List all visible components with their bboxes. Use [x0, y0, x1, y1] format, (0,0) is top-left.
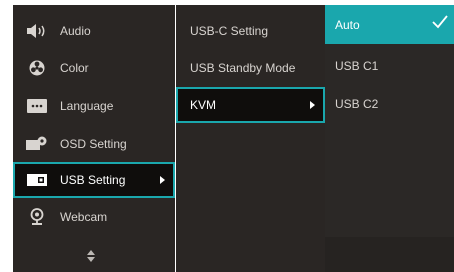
submenu-arrow-icon	[160, 176, 165, 184]
language-icon	[26, 98, 48, 114]
menu-item-usb-setting[interactable]: USB Setting	[13, 162, 175, 198]
menu-item-osd-setting[interactable]: OSD Setting	[13, 126, 175, 162]
options-footer	[325, 237, 454, 272]
color-wheel-icon	[26, 60, 48, 76]
menu-item-label: OSD Setting	[60, 137, 127, 151]
osd-menu: Audio Color Language OSD Setting USB Set…	[13, 5, 454, 272]
menu-item-label: Color	[60, 61, 89, 75]
option-usb-c1[interactable]: USB C1	[325, 48, 454, 84]
menu-item-language[interactable]: Language	[13, 88, 175, 124]
osd-setting-icon	[26, 136, 48, 152]
option-auto[interactable]: Auto	[325, 5, 454, 44]
usb-setting-icon	[26, 172, 48, 188]
menu-item-label: USB Setting	[60, 173, 126, 187]
option-usb-c2[interactable]: USB C2	[325, 86, 454, 122]
menu-item-label: Webcam	[60, 210, 108, 224]
menu-item-label: Language	[60, 99, 114, 113]
option-label: Auto	[335, 17, 360, 32]
submenu-item-kvm[interactable]: KVM	[176, 87, 325, 123]
speaker-icon	[26, 23, 48, 39]
menu-item-color[interactable]: Color	[13, 50, 175, 86]
submenu-item-label: USB Standby Mode	[190, 61, 296, 75]
scroll-updown-icon[interactable]	[87, 249, 95, 262]
submenu-item-usb-standby-mode[interactable]: USB Standby Mode	[176, 50, 325, 86]
menu-item-label: Audio	[60, 24, 91, 38]
submenu-item-label: USB-C Setting	[190, 24, 269, 38]
menu-item-audio[interactable]: Audio	[13, 13, 175, 49]
option-label: USB C2	[335, 97, 379, 111]
kvm-options: Auto USB C1 USB C2	[325, 5, 454, 272]
submenu-item-label: KVM	[190, 98, 217, 112]
menu-item-webcam[interactable]: Webcam	[13, 199, 175, 235]
option-label: USB C1	[335, 59, 379, 73]
webcam-icon	[26, 208, 48, 225]
submenu-arrow-icon	[310, 101, 315, 109]
check-icon	[432, 15, 448, 32]
submenu-item-usb-c-setting[interactable]: USB-C Setting	[176, 13, 325, 49]
usb-setting-submenu: USB-C Setting USB Standby Mode KVM	[176, 5, 325, 272]
main-menu: Audio Color Language OSD Setting USB Set…	[13, 5, 175, 272]
